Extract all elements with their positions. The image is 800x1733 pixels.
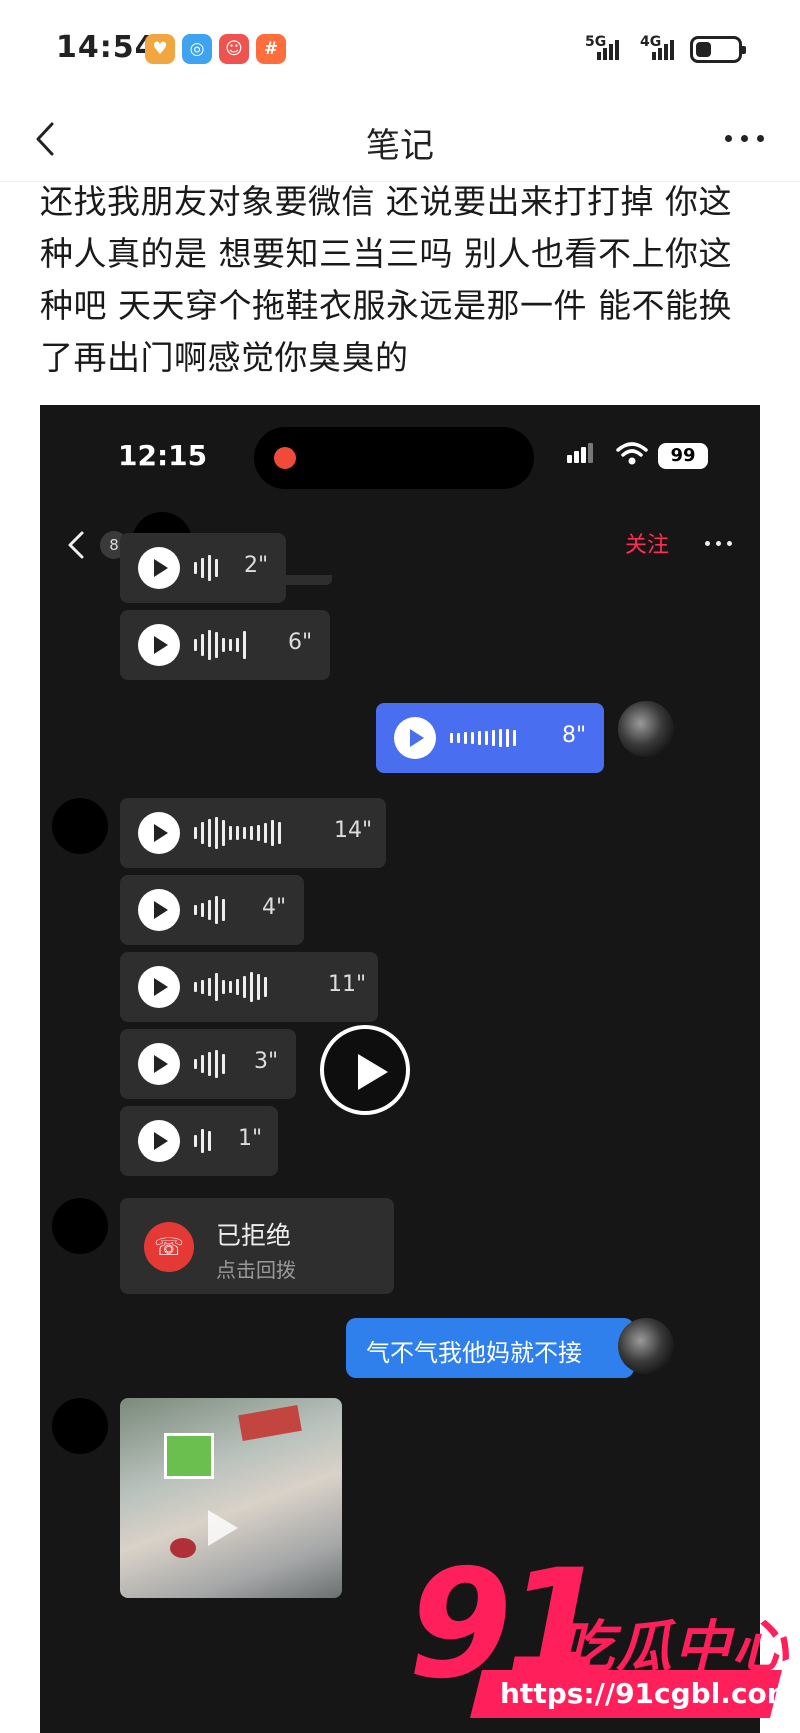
text-message-sent[interactable]: 气不气我他妈就不接 [346,1318,634,1378]
app-header: 笔记 [0,100,800,182]
phone-declined-icon: ☏ [144,1222,194,1272]
dynamic-island [254,427,534,489]
voice-duration: 3" [254,1049,279,1074]
chat-more-button[interactable] [700,529,740,559]
waveform-icon [450,703,520,773]
voice-message-sent[interactable]: 8" [376,703,604,773]
voice-message[interactable]: 6" [120,610,330,680]
cellular-signal-icon: 4G [640,34,690,64]
voice-message[interactable]: 2" [120,533,286,603]
play-icon[interactable] [138,1120,180,1162]
post-line: 了再出门啊感觉你臭臭的 [40,338,409,377]
voice-duration: 8" [562,723,587,748]
post-body: 还找我朋友对象要微信 还说要出来打打掉 你这 种人真的是 想要知三当三吗 别人也… [40,176,760,384]
waveform-icon [194,875,229,945]
voice-duration: 11" [328,972,367,997]
recording-dot-icon [274,447,296,469]
post-line: 种人真的是 想要知三当三吗 别人也看不上你这 [40,234,732,273]
waveform-icon [194,533,222,603]
heart-app-icon: ♥ [145,34,175,64]
chevron-left-icon[interactable] [60,525,94,565]
message-text: 气不气我他妈就不接 [366,1339,582,1367]
waveform-icon [194,1029,229,1099]
status-bar: 14:54 ♥ ◎ ☺ # 5G 4G [0,0,800,100]
voice-duration: 4" [262,895,287,920]
image-message[interactable] [120,1398,342,1598]
play-icon[interactable] [394,717,436,759]
call-status: 已拒绝 [216,1221,292,1250]
grid-app-icon: # [256,34,286,64]
voice-message[interactable]: 1" [120,1106,278,1176]
photo-detail [170,1538,196,1558]
play-icon[interactable] [208,1510,238,1546]
declined-call-card[interactable]: ☏ 已拒绝 点击回拨 [120,1198,394,1294]
voice-duration: 1" [238,1126,263,1151]
voice-message[interactable]: 11" [120,952,378,1022]
my-avatar[interactable] [618,701,674,757]
call-back-hint: 点击回拨 [216,1258,296,1282]
watermark-url: https://91cgbl.com [500,1677,796,1710]
my-avatar[interactable] [618,1318,674,1374]
battery-icon [690,36,746,63]
wifi-icon [616,442,648,465]
page-title: 笔记 [366,126,434,166]
battery-icon: 99 [658,443,708,469]
voice-duration: 2" [244,553,269,578]
voice-message[interactable]: 4" [120,875,304,945]
chat-screenshot-image[interactable]: 12:15 99 8 任性 关注 2" 6" 8" [40,405,760,1733]
photo-detail [238,1404,302,1442]
post-line: 还找我朋友对象要微信 还说要出来打打掉 你这 [40,182,732,221]
video-play-icon[interactable] [320,1025,410,1115]
clown-app-icon: ☺ [219,34,249,64]
inner-status-time: 12:15 [118,439,208,472]
waveform-icon [194,1106,215,1176]
signal-bars-icon [567,443,595,463]
waveform-icon [194,952,271,1022]
waveform-icon [194,798,285,868]
play-icon[interactable] [138,1043,180,1085]
post-line: 种吧 天天穿个拖鞋衣服永远是那一件 能不能换 [40,286,732,325]
cellular-signal-icon: 5G [585,34,635,64]
voice-message[interactable]: 3" [120,1029,296,1099]
sticker-icon [164,1433,214,1479]
play-icon[interactable] [138,812,180,854]
signal-app-icon: ◎ [182,34,212,64]
voice-duration: 6" [288,630,313,655]
contact-avatar[interactable] [52,1398,108,1454]
follow-button[interactable]: 关注 [625,527,669,559]
contact-avatar[interactable] [52,1198,108,1254]
play-icon[interactable] [138,966,180,1008]
play-icon[interactable] [138,547,180,589]
inner-status-bar: 12:15 99 [40,405,760,505]
voice-message[interactable]: 14" [120,798,386,868]
play-icon[interactable] [138,889,180,931]
more-button[interactable] [720,118,770,158]
contact-avatar[interactable] [52,798,108,854]
play-icon[interactable] [138,624,180,666]
status-time: 14:54 [56,30,157,65]
waveform-icon [194,610,250,680]
voice-duration: 14" [334,818,373,843]
